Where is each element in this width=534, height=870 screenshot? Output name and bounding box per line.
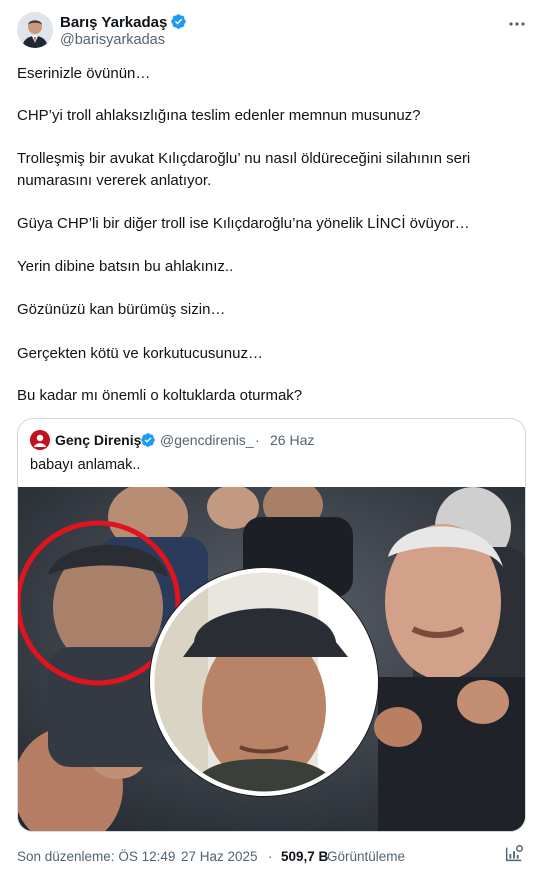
more-dots-icon[interactable]: [507, 14, 527, 34]
quoted-author-name[interactable]: Genç Direniş: [55, 432, 141, 448]
tweet-paragraph: Yerin dibine batsın bu ahlakınız..: [17, 258, 234, 275]
analytics-icon[interactable]: [503, 843, 525, 865]
photo-illustration: [18, 487, 525, 831]
quoted-author-handle[interactable]: @gencdirenis_: [160, 432, 254, 448]
tweet-paragraph: Eserinizle övünün…: [17, 65, 151, 82]
views-count: 509,7 B: [281, 849, 329, 864]
quoted-tweet-text: babayı anlamak..: [30, 457, 141, 473]
edited-label[interactable]: Son düzenleme: ÖS 12:49: [17, 849, 175, 864]
quoted-tweet-date[interactable]: 26 Haz: [270, 432, 314, 448]
quoted-tweet-card[interactable]: Genç Direniş @gencdirenis_ · 26 Haz baba…: [17, 418, 526, 832]
tweet-paragraph: Bu kadar mı önemli o koltuklarda oturmak…: [17, 387, 303, 404]
verified-badge-icon: [171, 14, 187, 29]
quoted-author-avatar[interactable]: [30, 430, 50, 450]
tweet-paragraph: CHP’yi troll ahlaksızlığına teslim edenl…: [17, 107, 421, 124]
verified-badge-icon: [141, 433, 155, 447]
tweet-paragraph: Gözünüzü kan bürümüş sizin…: [17, 301, 226, 318]
separator-dot: ·: [268, 849, 273, 864]
author-handle[interactable]: @barisyarkadas: [60, 32, 165, 48]
tweet-paragraph: numarasını vererek anlatıyor.: [17, 172, 212, 189]
tweet-paragraph: Trolleşmiş bir avukat Kılıçdaroğlu’ nu n…: [17, 150, 471, 167]
tweet-header: Barış Yarkadaş @barisyarkadas: [17, 12, 527, 52]
tweet-date[interactable]: 27 Haz 2025: [181, 849, 258, 864]
author-name[interactable]: Barış Yarkadaş: [60, 13, 187, 31]
quoted-tweet-photo[interactable]: [18, 487, 525, 831]
tweet-paragraph: Gerçekten kötü ve korkutucusunuz…: [17, 345, 263, 362]
views-label: Görüntüleme: [327, 849, 406, 864]
separator-dot: ·: [255, 432, 260, 448]
separator-dot: ·: [168, 849, 173, 864]
quoted-tweet-header: Genç Direniş @gencdirenis_ · 26 Haz: [30, 430, 510, 450]
tweet-footer: Son düzenleme: ÖS 12:49 · 27 Haz 2025 · …: [17, 845, 527, 867]
author-avatar[interactable]: [17, 12, 53, 48]
tweet-paragraph: Güya CHP’li bir diğer troll ise Kılıçdar…: [17, 215, 470, 232]
